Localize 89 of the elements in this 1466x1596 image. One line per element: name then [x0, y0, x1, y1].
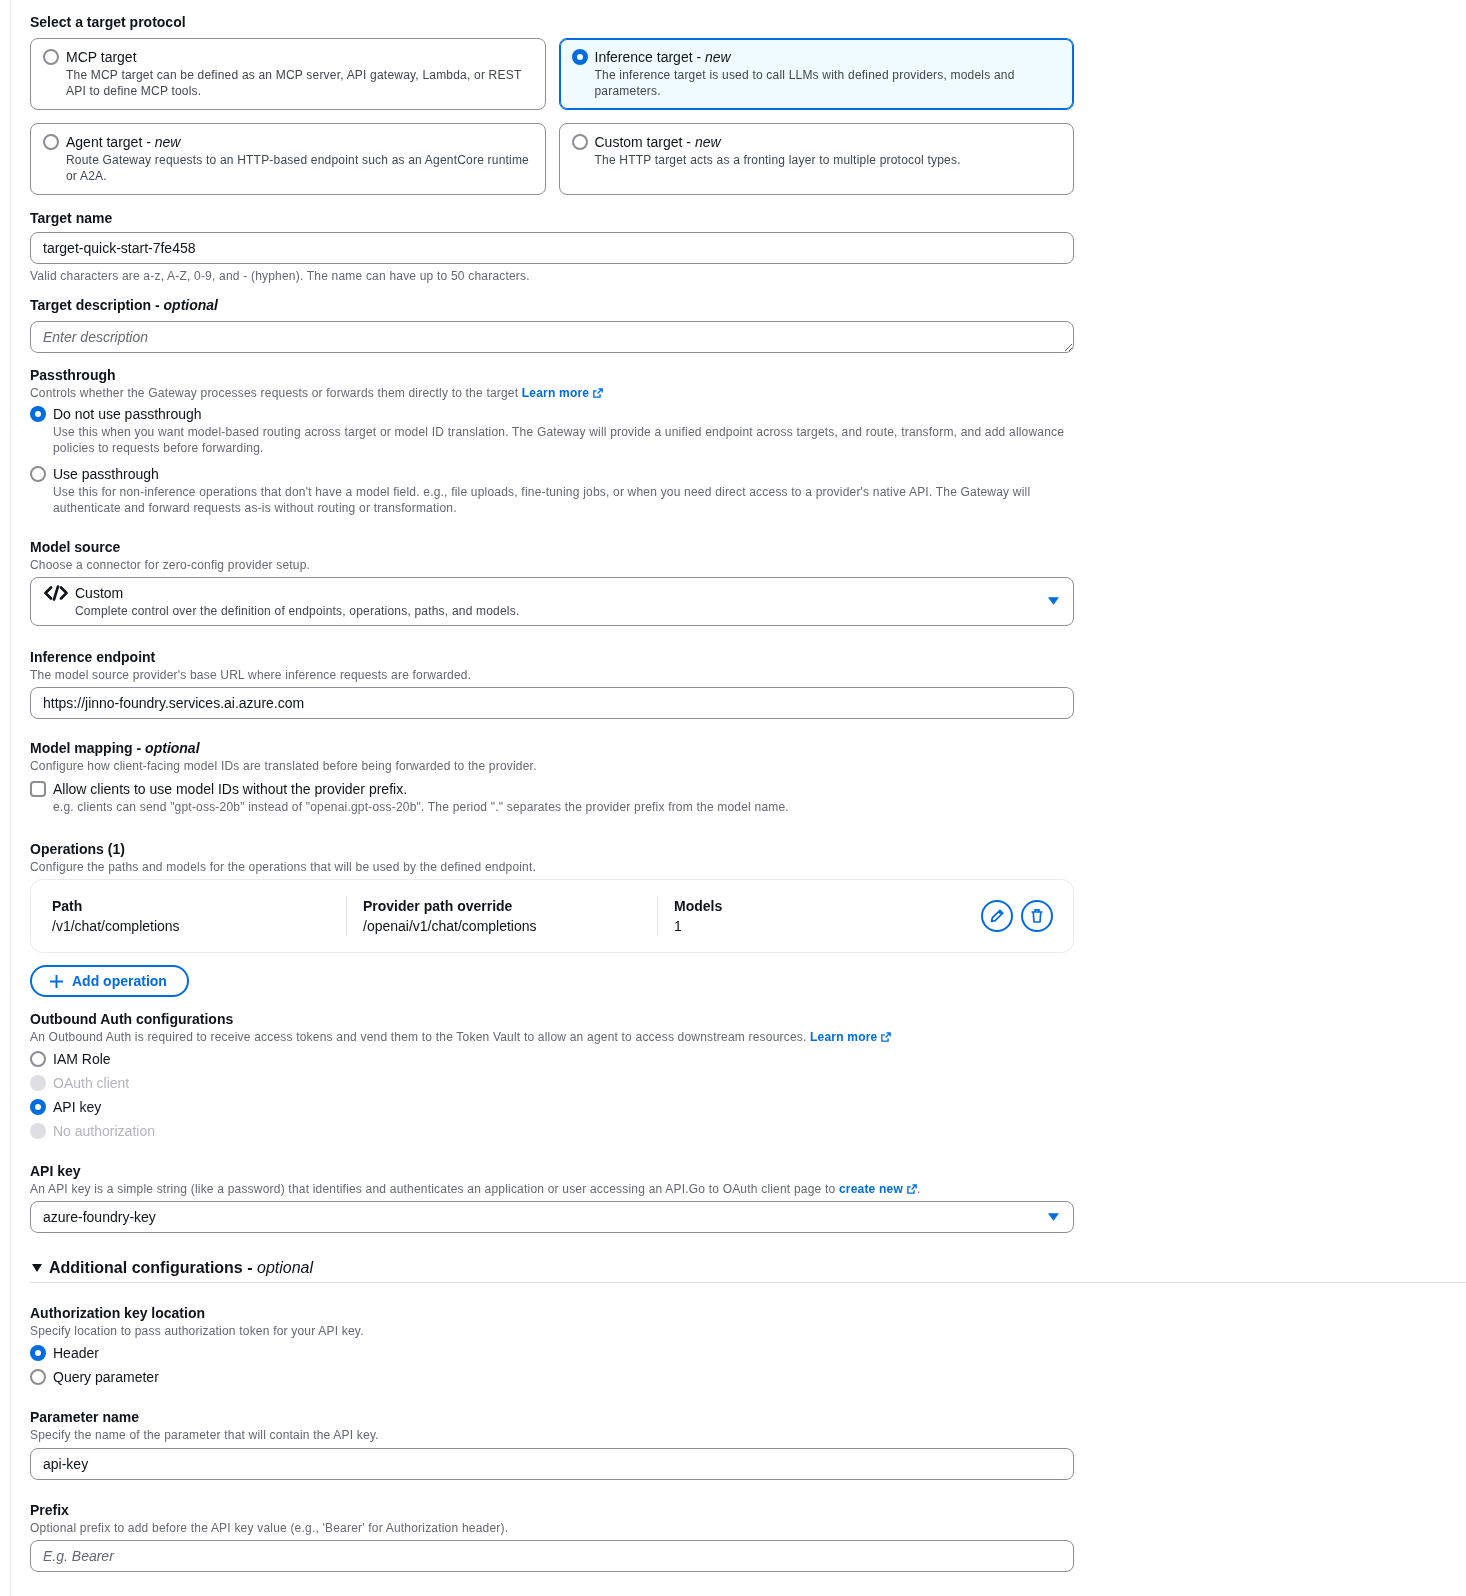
external-link[interactable]: Learn more [521, 386, 604, 400]
field-label: API key [30, 1162, 82, 1181]
option-title: Inference target - new [594, 48, 732, 67]
option-label: Do not use passthrough [53, 405, 202, 424]
field-description: Choose a connector for zero-config provider setup. [30, 557, 312, 573]
option-description: The MCP target can be defined as an MCP server, API gateway, Lambda, or REST API to define MCP tools. [66, 67, 523, 99]
option-description: The HTTP target acts as a fronting layer to multiple protocol types. [594, 152, 961, 168]
option-title: Agent target - new [66, 133, 182, 152]
field-hint: Valid characters are a-z, A-Z, 0-9, and - (hyphen). The name can have up to 50 characters. [30, 268, 531, 284]
radio-button[interactable] [30, 406, 46, 422]
table-cell-text: /openai/v1/chat/completions [363, 917, 538, 936]
api-key-select[interactable]: azure-foundry-key [30, 1201, 1074, 1233]
column-header: Models [674, 897, 723, 916]
field-description: An Outbound Auth is required to receive access tokens and vend them to the Token Vault to allow an agent to access downstream resources. Learn more [30, 1029, 1074, 1045]
option-description: Route Gateway requests to an HTTP-based endpoint such as an AgentCore runtime or A2A. [66, 152, 530, 184]
target-name-input[interactable]: target-quick-start-7fe458 [30, 232, 1074, 264]
option-label: OAuth client [53, 1074, 130, 1093]
option-label: IAM Role [53, 1050, 111, 1069]
caret-down-icon [1048, 1213, 1059, 1221]
field-label: Target name [30, 209, 114, 228]
option-description: The inference target is used to call LLMs with defined providers, models and parameters. [594, 67, 1016, 99]
field-description: Configure the paths and models for the operations that will be used by the defined endpoint. [30, 859, 538, 875]
field-description: Specify the name of the parameter that will contain the API key. [30, 1427, 380, 1443]
external-link-icon [593, 388, 604, 398]
table-cell-text: 1 [674, 917, 683, 936]
radio-button[interactable] [30, 1345, 46, 1361]
column-header: Provider path override [363, 897, 514, 916]
protocol-card[interactable]: Inference target - new The inference target is used to call LLMs with defined providers, models and parameters. [558, 38, 1074, 110]
trash-icon [1029, 908, 1045, 924]
external-link[interactable]: Learn more [810, 1030, 892, 1044]
column-header: Path [52, 897, 84, 916]
option-label: Use passthrough [53, 465, 159, 484]
prefix-input[interactable]: E.g. Bearer [30, 1540, 1074, 1572]
field-description: Controls whether the Gateway processes requests or forwards them directly to the target Learn more [30, 385, 1074, 401]
option-label: API key [53, 1098, 102, 1117]
code-icon [44, 585, 68, 601]
field-label: Target description - optional [30, 296, 219, 315]
option-label: Header [53, 1344, 99, 1363]
field-label: Model mapping - optional [30, 739, 201, 758]
radio-button[interactable] [30, 466, 46, 482]
table-cell-text: /v1/chat/completions [52, 917, 181, 936]
option-description: Use this when you want model-based routing across target or model ID translation. The Gateway will provide a unified endpoint across targets, and route, transform, and add allowance policies to requests before forwarding. [52, 424, 1066, 456]
external-link-icon [881, 1032, 892, 1042]
option-title: Custom target - new [594, 133, 722, 152]
field-label: Passthrough [30, 366, 117, 385]
option-title: MCP target [66, 48, 138, 67]
radio-button[interactable] [30, 1099, 46, 1115]
radio-button[interactable] [43, 134, 59, 150]
protocol-card[interactable]: Custom target - new The HTTP target acts as a fronting layer to multiple protocol types. [558, 123, 1074, 195]
radio-button[interactable] [571, 134, 588, 150]
option-label: Query parameter [53, 1368, 159, 1387]
option-label: No authorization [53, 1122, 155, 1141]
option-description: Use this for non-inference operations that don't have a model field. e.g., file uploads, fine-tuning jobs, or when you need direct access to a provider's native API. The Gateway will authenticate and forward requests as-is without routing or transformation. [52, 484, 1032, 516]
radio-button[interactable] [43, 49, 59, 65]
field-description: Specify location to pass authorization token for your API key. [30, 1323, 365, 1339]
caret-down-icon [1048, 597, 1059, 605]
endpoint-input[interactable]: https://jinno-foundry.services.ai.azure.com [30, 687, 1074, 719]
checkbox-hint: e.g. clients can send "gpt-oss-20b" instead of "openai.gpt-oss-20b". The period "." separates the provider prefix from the model name. [52, 799, 790, 815]
radio-button[interactable] [30, 1369, 46, 1385]
field-label: Model source [30, 538, 122, 557]
field-label: Operations (1) [30, 840, 126, 859]
external-link-icon [906, 1184, 917, 1194]
plus-icon [50, 974, 63, 988]
checkbox-label: Allow clients to use model IDs without the provider prefix. [53, 780, 408, 799]
delete-button[interactable] [1021, 900, 1053, 932]
parameter-name-input[interactable]: api-key [30, 1448, 1074, 1480]
radio-button[interactable] [571, 49, 588, 65]
field-description: An API key is a simple string (like a password) that identifies and authenticates an application or user accessing an API.Go to OAuth client page to create new . [30, 1181, 922, 1197]
field-description: The model source provider's base URL where inference requests are forwarded. [30, 667, 473, 683]
caret-down-icon [32, 1264, 42, 1272]
expand-toggle[interactable]: Additional configurations - optional [30, 1258, 314, 1278]
checkbox[interactable] [30, 781, 46, 797]
field-label: Select a target protocol [30, 13, 187, 32]
radio-button[interactable] [30, 1051, 46, 1067]
add-operation-button[interactable]: Add operation [30, 965, 189, 997]
field-label: Inference endpoint [30, 648, 157, 667]
pencil-icon [989, 908, 1005, 924]
field-label: Outbound Auth configurations [30, 1010, 235, 1029]
field-label: Authorization key location [30, 1304, 206, 1323]
external-link[interactable]: create new [838, 1182, 917, 1196]
field-label: Prefix [30, 1501, 70, 1520]
protocol-card[interactable]: MCP target The MCP target can be defined as an MCP server, API gateway, Lambda, or REST API to define MCP tools. [30, 38, 546, 110]
protocol-card[interactable]: Agent target - new Route Gateway requests to an HTTP-based endpoint such as an AgentCore runtime or A2A. [30, 123, 546, 195]
field-description: Optional prefix to add before the API key value (e.g., 'Bearer' for Authorization header). [30, 1520, 510, 1536]
description-field[interactable]: Enter description [30, 321, 1074, 353]
edit-button[interactable] [981, 900, 1013, 932]
field-label: Parameter name [30, 1408, 140, 1427]
field-description: Configure how client-facing model IDs are translated before being forwarded to the provider. [30, 758, 538, 774]
model-source-select[interactable]: Custom Complete control over the definition of endpoints, operations, paths, and models. [30, 577, 1074, 626]
